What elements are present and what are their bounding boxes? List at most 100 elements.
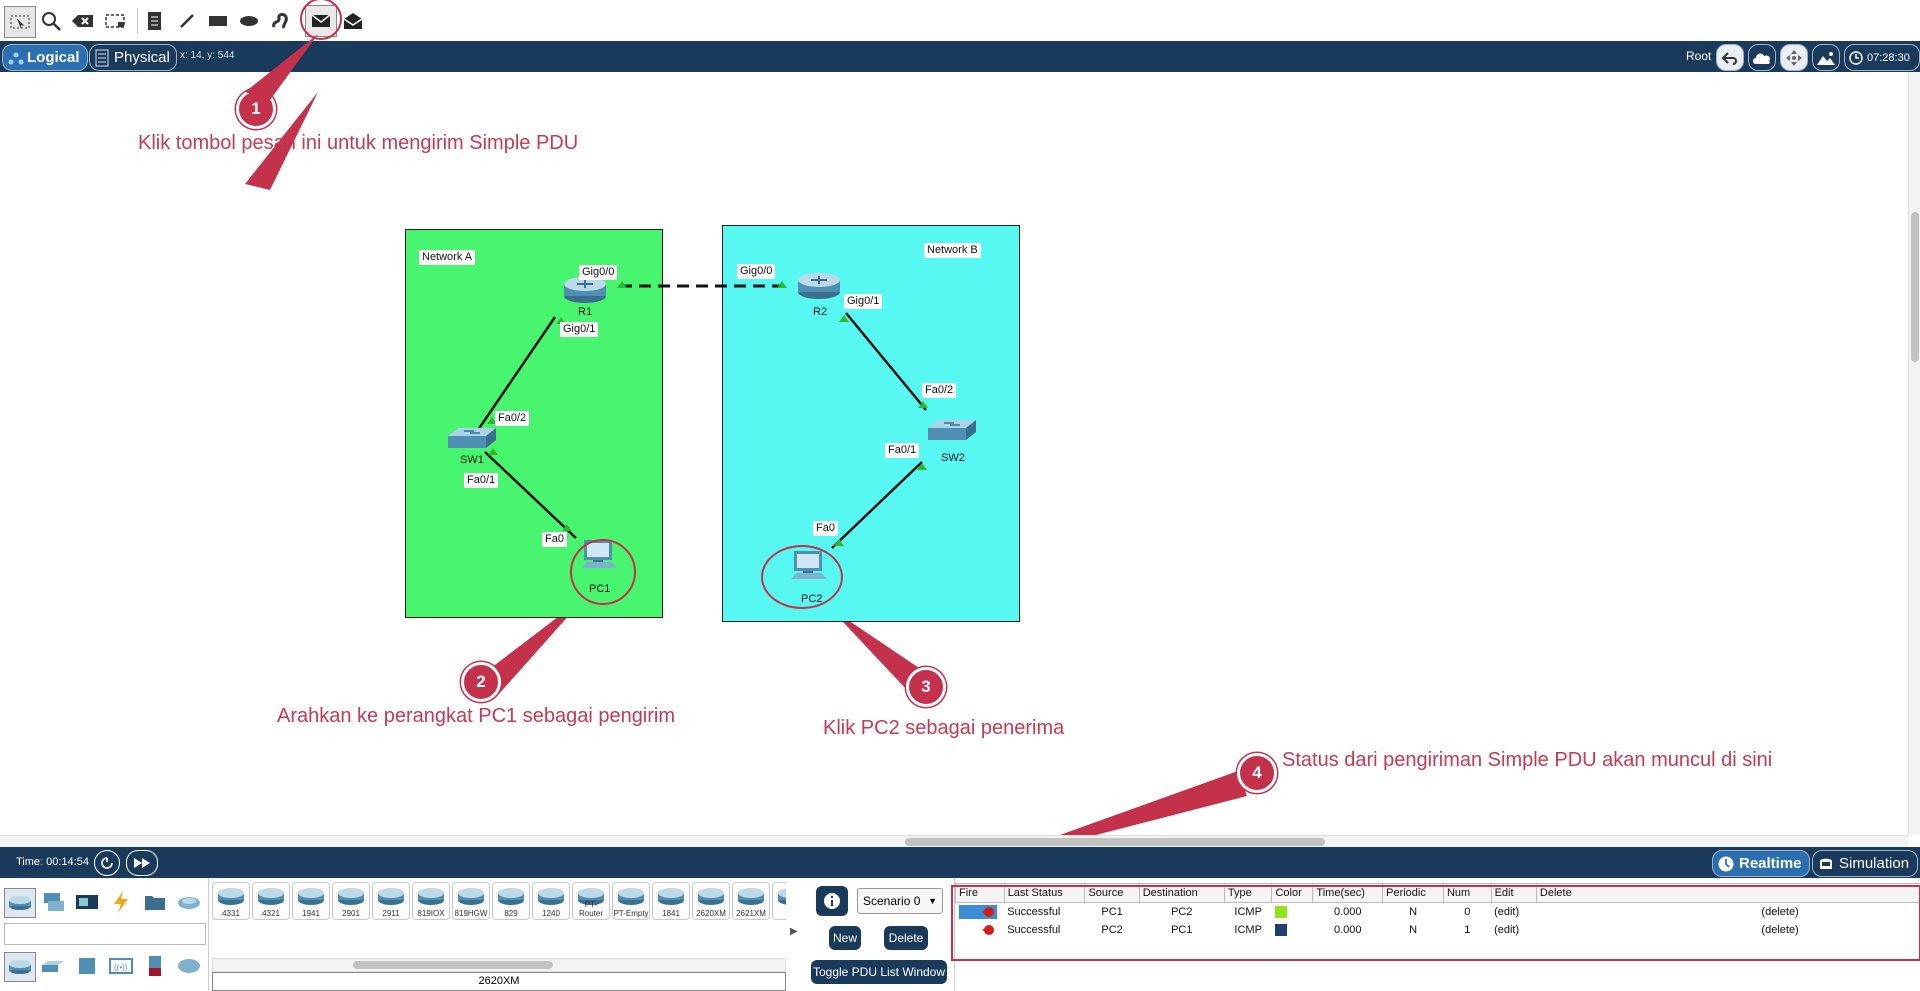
device-model-tile[interactable]: 1240 xyxy=(532,882,570,920)
device-model-tile[interactable]: 2620XM xyxy=(692,882,730,920)
router-subtype-icon[interactable] xyxy=(4,952,36,982)
device-model-tile[interactable]: 2901 xyxy=(332,882,370,920)
end-devices-category-icon[interactable] xyxy=(72,888,102,916)
power-cycle-button[interactable] xyxy=(94,850,120,876)
switch-sw1[interactable] xyxy=(446,426,498,455)
device-model-tile[interactable]: 819IOX xyxy=(412,882,450,920)
router-icon xyxy=(338,888,364,905)
r1-name: R1 xyxy=(578,306,593,318)
sw1-pc1-link xyxy=(484,451,577,539)
device-model-tile[interactable]: 1841 xyxy=(652,882,690,920)
move-icon[interactable] xyxy=(1780,44,1808,71)
device-model-tile[interactable]: 829 xyxy=(492,882,530,920)
device-model-tile[interactable]: 4321 xyxy=(252,882,290,920)
delete-icon[interactable] xyxy=(68,6,98,36)
callout-1-text: Klik tombol pesan ini untuk mengirim Sim… xyxy=(138,132,579,154)
device-model-tile[interactable]: 4331 xyxy=(212,882,250,920)
router-icon xyxy=(458,888,484,905)
tab-physical-label: Physical xyxy=(114,49,170,66)
tab-logical-label: Logical xyxy=(27,49,80,66)
connections-category-icon[interactable] xyxy=(106,888,136,916)
fast-forward-icon xyxy=(134,858,150,868)
fast-forward-button[interactable] xyxy=(126,850,158,876)
router-icon xyxy=(218,888,244,905)
routers-category-icon[interactable] xyxy=(4,888,36,918)
clock-time: 07:28:30 xyxy=(1867,51,1910,64)
device-model-label: PT-Empty xyxy=(613,909,649,918)
sw1-port-fa01: Fa0/1 xyxy=(464,473,499,488)
power-cycle-icon xyxy=(101,857,113,869)
router-icon xyxy=(538,888,564,905)
pc1-highlight-ring xyxy=(570,539,636,605)
device-model-label: 819HGW xyxy=(454,909,488,918)
cloud-icon[interactable] xyxy=(1748,44,1776,71)
resize-icon[interactable] xyxy=(100,6,130,36)
delete-pdu-scenario-button[interactable]: Delete xyxy=(884,926,928,950)
expand-arrow-icon[interactable]: ▶ xyxy=(790,926,798,937)
tab-logical[interactable]: Logical xyxy=(2,44,88,71)
network-devices-category-icon[interactable] xyxy=(38,888,68,916)
svg-text:((•)): ((•)) xyxy=(114,963,128,972)
device-model-tile[interactable]: 2621XM xyxy=(732,882,770,920)
logical-icon xyxy=(8,52,24,64)
physical-icon xyxy=(95,49,109,66)
miscellaneous-category-icon[interactable] xyxy=(140,888,170,916)
scenario-select[interactable]: Scenario 0 ▼ xyxy=(857,888,943,914)
tab-physical[interactable]: Physical xyxy=(89,44,177,71)
line-icon[interactable] xyxy=(172,6,202,36)
wan-emulation-subtype-icon[interactable] xyxy=(174,952,204,980)
model-strip-scrollbar[interactable] xyxy=(212,958,786,972)
switch-subtype-icon[interactable] xyxy=(38,952,68,980)
r1-port-gig00: Gig0/0 xyxy=(579,265,618,280)
device-model-label: 2621XM xyxy=(736,909,766,918)
sw2-port-fa02: Fa0/2 xyxy=(922,383,957,398)
scenario-info-button[interactable] xyxy=(816,886,848,916)
new-pdu-scenario-button[interactable]: New xyxy=(829,926,861,950)
inspect-icon[interactable] xyxy=(36,6,66,36)
device-model-tile[interactable]: 819HGW xyxy=(452,882,490,920)
router-icon xyxy=(418,888,444,905)
info-icon xyxy=(824,893,840,909)
router-icon xyxy=(798,273,840,299)
scenario-value: Scenario 0 xyxy=(863,894,921,908)
device-model-label: 1240 xyxy=(542,909,560,918)
complex-pdu-icon[interactable] xyxy=(338,6,368,36)
cursor-coordinates: x: 14, y: 544 xyxy=(180,50,235,61)
device-model-tile[interactable]: PT-Router xyxy=(572,882,610,920)
callout-3-badge: 3 xyxy=(906,667,946,707)
chevron-down-icon: ▼ xyxy=(928,896,937,906)
pc2-port-fa0: Fa0 xyxy=(813,521,838,536)
sw2-name: SW2 xyxy=(941,452,965,464)
sw1-name: SW1 xyxy=(460,454,484,466)
simulation-time: Time: 00:14:54 xyxy=(16,856,89,868)
switch-sw2[interactable] xyxy=(926,418,978,447)
device-model-label: 2... xyxy=(773,909,786,918)
back-icon[interactable] xyxy=(1716,44,1744,71)
background-image-icon[interactable] xyxy=(1812,44,1840,71)
logical-workspace[interactable]: Network A Network B R1 Gig0/0 Gig0/1 R2 … xyxy=(0,72,1908,835)
device-model-tile[interactable]: 1941 xyxy=(292,882,330,920)
realtime-label: Realtime xyxy=(1739,855,1802,872)
sw1-port-fa02: Fa0/2 xyxy=(495,411,530,426)
note-icon[interactable] xyxy=(140,6,170,36)
wireless-subtype-icon[interactable]: ((•)) xyxy=(106,952,136,980)
device-model-tile[interactable]: PT-Empty xyxy=(612,882,650,920)
router-icon xyxy=(738,888,764,905)
simulation-mode-button[interactable]: Simulation xyxy=(1812,850,1918,877)
router-r2[interactable] xyxy=(796,270,842,305)
hub-subtype-icon[interactable] xyxy=(72,952,102,980)
switch-icon xyxy=(448,428,496,448)
toggle-pdu-list-button[interactable]: Toggle PDU List Window xyxy=(811,960,947,984)
device-model-label: 4321 xyxy=(262,909,280,918)
realtime-mode-button[interactable]: Realtime xyxy=(1712,850,1810,877)
multiuser-category-icon[interactable] xyxy=(174,888,204,916)
device-search-box[interactable] xyxy=(4,923,206,945)
bottom-panel: ((•)) 4331 4321 1941 2901 2911 819IOX 819HGW 82… xyxy=(0,878,1920,991)
rectangle-icon[interactable] xyxy=(203,6,233,36)
workspace-vertical-scrollbar[interactable] xyxy=(1908,72,1920,835)
device-model-tile[interactable]: 2911 xyxy=(372,882,410,920)
security-subtype-icon[interactable] xyxy=(140,952,170,980)
sw2-pc2-link xyxy=(831,461,923,549)
select-icon[interactable] xyxy=(4,6,36,38)
device-model-tile[interactable]: 2... xyxy=(772,882,786,920)
